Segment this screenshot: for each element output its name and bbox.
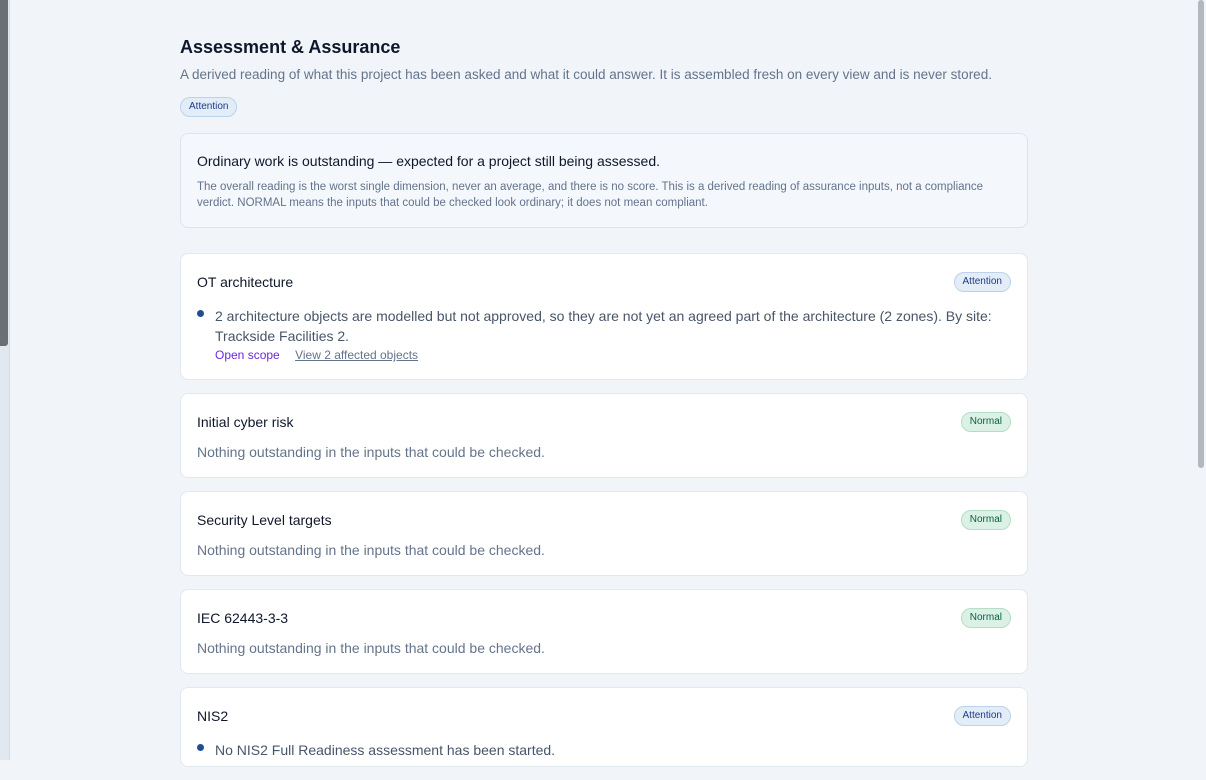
vertical-scrollbar[interactable]: [1196, 0, 1206, 760]
bullet-dot-icon: [197, 744, 204, 751]
dimension-list: OT architecture Attention 2 architecture…: [180, 253, 1028, 767]
dimension-title: Initial cyber risk: [197, 414, 294, 430]
left-rail-thumb[interactable]: [0, 0, 8, 346]
finding-item: No NIS2 Full Readiness assessment has be…: [197, 740, 1011, 760]
page-title: Assessment & Assurance: [180, 37, 401, 57]
open-scope-link[interactable]: Open scope: [215, 348, 280, 362]
status-badge: Attention: [953, 272, 1011, 292]
dimension-card-initial-cyber-risk: Initial cyber risk Normal Nothing outsta…: [180, 393, 1028, 478]
summary-headline: Ordinary work is outstanding — expected …: [197, 153, 661, 169]
dimension-title: NIS2: [197, 708, 229, 724]
status-badge: Normal: [960, 412, 1011, 432]
finding-text: No NIS2 Full Readiness assessment has be…: [215, 742, 556, 758]
empty-state-text: Nothing outstanding in the inputs that c…: [197, 542, 545, 558]
dimension-card-security-level-targets: Security Level targets Normal Nothing ou…: [180, 491, 1028, 576]
status-badge: Attention: [953, 706, 1011, 726]
status-badge: Normal: [960, 510, 1011, 530]
finding-item: 2 architecture objects are modelled but …: [197, 306, 1011, 363]
dimension-title: Security Level targets: [197, 512, 332, 528]
summary-note: The overall reading is the worst single …: [197, 181, 984, 209]
finding-text: 2 architecture objects are modelled but …: [215, 308, 992, 344]
assessment-panel: Assessment & Assurance A derived reading…: [180, 36, 1028, 780]
empty-state-text: Nothing outstanding in the inputs that c…: [197, 640, 545, 656]
scrollbar-thumb[interactable]: [1198, 0, 1204, 468]
dimension-card-nis2: NIS2 Attention No NIS2 Full Readiness as…: [180, 687, 1028, 767]
page-intro: A derived reading of what this project h…: [180, 67, 992, 82]
bullet-dot-icon: [197, 310, 204, 317]
view-affected-objects-link[interactable]: View 2 affected objects: [295, 348, 418, 362]
dimension-card-iec-62443-3-3: IEC 62443-3-3 Normal Nothing outstanding…: [180, 589, 1028, 674]
dimension-title: IEC 62443-3-3: [197, 610, 289, 626]
overall-status-badge: Attention: [180, 97, 238, 117]
status-badge: Normal: [960, 608, 1011, 628]
dimension-card-ot-architecture: OT architecture Attention 2 architecture…: [180, 253, 1028, 380]
dimension-title: OT architecture: [197, 274, 294, 290]
left-rail: [0, 0, 10, 760]
empty-state-text: Nothing outstanding in the inputs that c…: [197, 444, 545, 460]
summary-box: Ordinary work is outstanding — expected …: [180, 133, 1028, 228]
